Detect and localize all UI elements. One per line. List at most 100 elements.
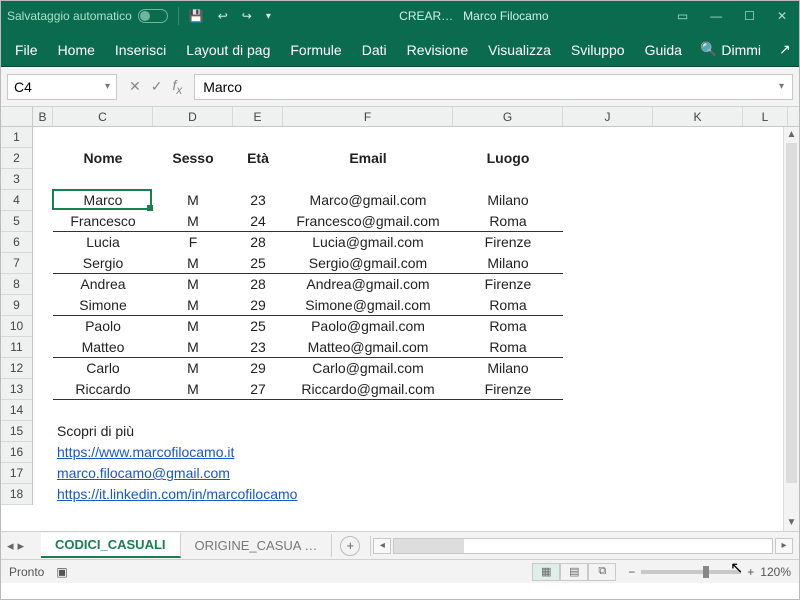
- cell-luogo-13[interactable]: Firenze: [453, 379, 563, 400]
- cell-nome-12[interactable]: Carlo: [53, 358, 153, 379]
- cell-eta-6[interactable]: 28: [233, 232, 283, 253]
- scroll-down-icon[interactable]: ▼: [784, 515, 799, 531]
- row-header-3[interactable]: 3: [1, 169, 32, 190]
- zoom-in-button[interactable]: +: [747, 565, 754, 579]
- cell-nome-10[interactable]: Paolo: [53, 316, 153, 337]
- header-email[interactable]: Email: [283, 148, 453, 169]
- row-header-14[interactable]: 14: [1, 400, 32, 421]
- cell-luogo-6[interactable]: Firenze: [453, 232, 563, 253]
- hscroll-left-icon[interactable]: ◂: [373, 538, 391, 554]
- cell-sesso-4[interactable]: M: [153, 190, 233, 211]
- row-header-16[interactable]: 16: [1, 442, 32, 463]
- cell-eta-10[interactable]: 25: [233, 316, 283, 337]
- share-button[interactable]: ↗: [769, 33, 800, 66]
- hscroll-track[interactable]: [393, 538, 773, 554]
- cell-sesso-7[interactable]: M: [153, 253, 233, 274]
- name-box-dropdown-icon[interactable]: ▾: [105, 81, 110, 92]
- cell-link-email[interactable]: marco.filocamo@gmail.com: [53, 463, 453, 484]
- cell-email-9[interactable]: Simone@gmail.com: [283, 295, 453, 316]
- row-header-6[interactable]: 6: [1, 232, 32, 253]
- tab-developer[interactable]: Sviluppo: [561, 34, 635, 66]
- sheet-next-icon[interactable]: ▸: [18, 538, 25, 554]
- view-page-break-icon[interactable]: ⧉: [588, 563, 616, 581]
- cell-email-11[interactable]: Matteo@gmail.com: [283, 337, 453, 358]
- col-header-D[interactable]: D: [153, 107, 233, 126]
- cell-email-10[interactable]: Paolo@gmail.com: [283, 316, 453, 337]
- row-header-8[interactable]: 8: [1, 274, 32, 295]
- horizontal-scrollbar[interactable]: ◂ ▸: [373, 538, 799, 554]
- hscroll-right-icon[interactable]: ▸: [775, 538, 793, 554]
- cell-sesso-12[interactable]: M: [153, 358, 233, 379]
- cancel-formula-icon[interactable]: ✕: [129, 78, 141, 95]
- cell-luogo-10[interactable]: Roma: [453, 316, 563, 337]
- col-header-C[interactable]: C: [53, 107, 153, 126]
- ribbon-options-icon[interactable]: ▭: [677, 9, 688, 23]
- zoom-thumb[interactable]: [703, 566, 709, 578]
- header-eta[interactable]: Età: [233, 148, 283, 169]
- cell-nome-9[interactable]: Simone: [53, 295, 153, 316]
- row-header-11[interactable]: 11: [1, 337, 32, 358]
- cell-sesso-9[interactable]: M: [153, 295, 233, 316]
- cell-eta-5[interactable]: 24: [233, 211, 283, 232]
- undo-icon[interactable]: ↩: [218, 9, 228, 23]
- col-header-G[interactable]: G: [453, 107, 563, 126]
- row-header-4[interactable]: 4: [1, 190, 32, 211]
- cell-nome-4[interactable]: Marco: [53, 190, 153, 211]
- row-header-10[interactable]: 10: [1, 316, 32, 337]
- cell-sesso-5[interactable]: M: [153, 211, 233, 232]
- row-header-1[interactable]: 1: [1, 127, 32, 148]
- col-header-J[interactable]: J: [563, 107, 653, 126]
- cell-eta-9[interactable]: 29: [233, 295, 283, 316]
- cell-nome-6[interactable]: Lucia: [53, 232, 153, 253]
- header-sesso[interactable]: Sesso: [153, 148, 233, 169]
- cell-email-7[interactable]: Sergio@gmail.com: [283, 253, 453, 274]
- cell-email-5[interactable]: Francesco@gmail.com: [283, 211, 453, 232]
- tab-home[interactable]: Home: [48, 34, 105, 66]
- cell-sesso-8[interactable]: M: [153, 274, 233, 295]
- cell-luogo-8[interactable]: Firenze: [453, 274, 563, 295]
- row-header-18[interactable]: 18: [1, 484, 32, 505]
- view-page-layout-icon[interactable]: ▤: [560, 563, 588, 581]
- tab-help[interactable]: Guida: [635, 34, 692, 66]
- tab-formulas[interactable]: Formule: [280, 34, 351, 66]
- fx-icon[interactable]: fx: [172, 77, 182, 97]
- cell-link-site[interactable]: https://www.marcofilocamo.it: [53, 442, 453, 463]
- maximize-icon[interactable]: ☐: [744, 9, 755, 23]
- formula-input[interactable]: Marco ▾: [194, 74, 793, 100]
- row-header-9[interactable]: 9: [1, 295, 32, 316]
- hscroll-thumb[interactable]: [394, 539, 464, 553]
- sheet-tab-active[interactable]: CODICI_CASUALI: [41, 533, 181, 558]
- cell-email-6[interactable]: Lucia@gmail.com: [283, 232, 453, 253]
- row-header-15[interactable]: 15: [1, 421, 32, 442]
- cell-nome-11[interactable]: Matteo: [53, 337, 153, 358]
- cell-email-4[interactable]: Marco@gmail.com: [283, 190, 453, 211]
- select-all-corner[interactable]: [1, 107, 33, 126]
- cell-email-8[interactable]: Andrea@gmail.com: [283, 274, 453, 295]
- spreadsheet-grid[interactable]: BCDEFGJKL 123456789101112131415161718 No…: [1, 107, 799, 531]
- tab-layout[interactable]: Layout di pag: [176, 34, 280, 66]
- accept-formula-icon[interactable]: ✓: [151, 78, 163, 95]
- col-header-L[interactable]: L: [743, 107, 788, 126]
- cell-luogo-5[interactable]: Roma: [453, 211, 563, 232]
- close-icon[interactable]: ✕: [777, 9, 787, 23]
- cell-nome-7[interactable]: Sergio: [53, 253, 153, 274]
- zoom-slider[interactable]: [641, 570, 741, 574]
- cell-luogo-12[interactable]: Milano: [453, 358, 563, 379]
- redo-icon[interactable]: ↪: [242, 9, 252, 23]
- row-header-7[interactable]: 7: [1, 253, 32, 274]
- row-header-17[interactable]: 17: [1, 463, 32, 484]
- cell-nome-5[interactable]: Francesco: [53, 211, 153, 232]
- header-luogo[interactable]: Luogo: [453, 148, 563, 169]
- header-nome[interactable]: Nome: [53, 148, 153, 169]
- row-header-2[interactable]: 2: [1, 148, 32, 169]
- tab-file[interactable]: File: [5, 34, 48, 66]
- cell-email-12[interactable]: Carlo@gmail.com: [283, 358, 453, 379]
- tab-insert[interactable]: Inserisci: [105, 34, 176, 66]
- cell-luogo-9[interactable]: Roma: [453, 295, 563, 316]
- view-normal-icon[interactable]: ▦: [532, 563, 560, 581]
- sheet-prev-icon[interactable]: ◂: [7, 538, 14, 554]
- cell-scopri[interactable]: Scopri di più: [53, 421, 453, 442]
- cell-eta-11[interactable]: 23: [233, 337, 283, 358]
- autosave-switch-icon[interactable]: [138, 9, 168, 23]
- cell-eta-12[interactable]: 29: [233, 358, 283, 379]
